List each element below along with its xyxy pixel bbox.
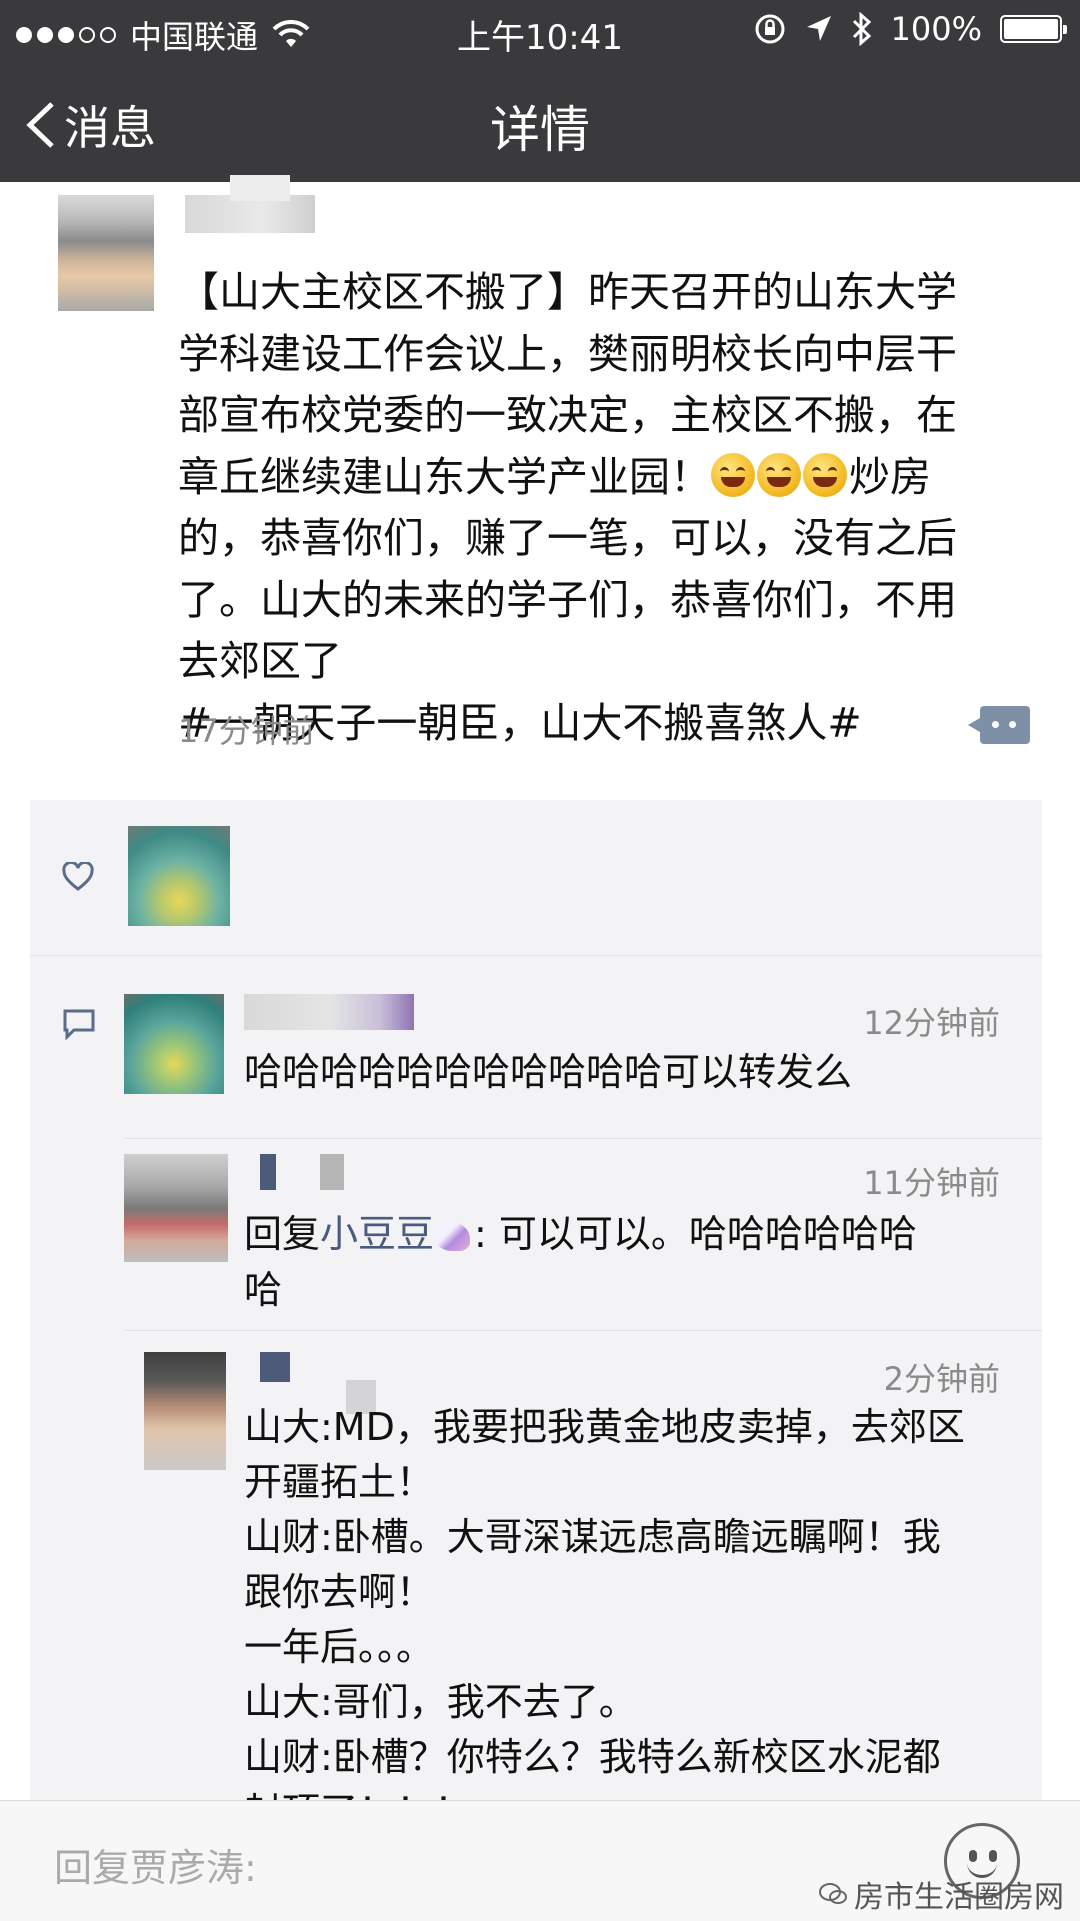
grin-emoji-icon [803, 452, 847, 497]
commenter-name[interactable] [260, 1154, 390, 1190]
reply-mention[interactable]: 小豆豆 [320, 1212, 434, 1256]
battery-percent: 100% [890, 10, 982, 48]
comment-text: 回复小豆豆: 可以可以。哈哈哈哈哈哈 哈 [244, 1212, 917, 1312]
page-title: 详情 [490, 101, 590, 159]
post-line: 的，恭喜你们，赚了一笔，可以，没有之后 [178, 514, 957, 562]
grin-emoji-icon [711, 452, 755, 497]
status-bar: 中国联通 上午10:41 100% [0, 0, 1080, 64]
battery-icon [1000, 15, 1067, 43]
nav-bar: 消息 详情 [0, 64, 1080, 182]
commenter-avatar[interactable] [144, 1352, 226, 1470]
post-author-avatar[interactable] [58, 195, 154, 311]
blurred-name-fragment [230, 175, 290, 201]
post-time: 17分钟前 [178, 712, 315, 750]
comment-time: 2分钟前 [883, 1360, 1000, 1398]
post-line: 了。山大的未来的学子们，恭喜你们，不用 [178, 575, 957, 624]
commenter-avatar[interactable] [124, 994, 224, 1094]
wechat-icon [819, 1883, 847, 1904]
comment-time: 12分钟前 [863, 1004, 1000, 1042]
more-dots-icon[interactable] [968, 706, 1030, 744]
heart-icon [62, 862, 94, 891]
comment-divider [124, 1330, 1042, 1331]
likes-divider [30, 955, 1042, 956]
comment-divider [124, 1138, 1042, 1139]
orientation-lock-icon [755, 14, 785, 44]
comment-text: 山大:MD，我要把我黄金地皮卖掉，去郊区 开疆拓土！ 山财:卧槽。大哥深谋远虑高… [244, 1405, 965, 1834]
comment-time: 11分钟前 [863, 1164, 1000, 1202]
unicorn-emoji-icon [434, 1221, 471, 1251]
post-line: 去郊区了 [178, 637, 342, 685]
post-content: 【山大主校区不搬了】昨天召开的山东大学 学科建设工作会议上，樊丽明校长向中层干 … [178, 262, 1038, 754]
bluetooth-icon [852, 12, 871, 46]
commenter-name[interactable] [244, 994, 414, 1030]
liker-avatar[interactable] [128, 826, 230, 926]
comment-text: 哈哈哈哈哈哈哈哈哈哈哈可以转发么 [244, 1050, 853, 1094]
comment-icon [63, 1009, 95, 1040]
post-line: 【山大主校区不搬了】昨天召开的山东大学 [178, 268, 957, 316]
commenter-avatar[interactable] [124, 1154, 228, 1262]
reply-input[interactable]: 回复贾彦涛: [30, 1821, 910, 1901]
post-line: 部宣布校党委的一致决定，主校区不搬，在 [178, 391, 957, 439]
grin-emoji-icon [757, 452, 801, 497]
location-arrow-icon [806, 16, 831, 41]
post-line: 学科建设工作会议上，樊丽明校长向中层干 [178, 329, 957, 378]
watermark: 房市生活圈房网 [818, 1872, 1064, 1916]
commenter-name[interactable] [260, 1352, 290, 1382]
post-line: 章丘继续建山东大学产业园！ 炒房 [178, 452, 931, 501]
